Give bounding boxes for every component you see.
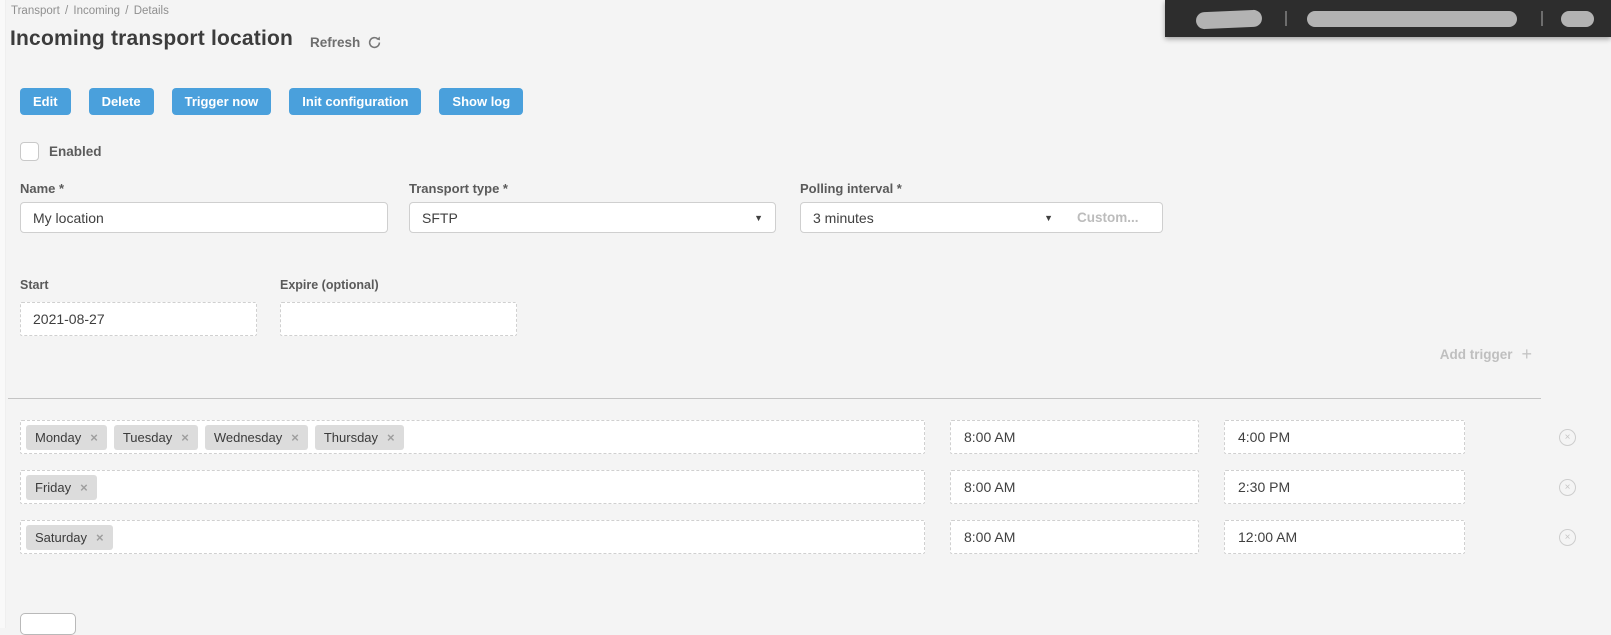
chip-close-icon[interactable]: ×	[96, 531, 104, 544]
day-chip: Tuesday ×	[114, 425, 198, 450]
edit-button[interactable]: Edit	[20, 88, 71, 115]
day-chip-label: Thursday	[324, 430, 378, 445]
chevron-down-icon: ▼	[1044, 213, 1053, 223]
redacted-text-blob	[1561, 11, 1594, 27]
delete-button[interactable]: Delete	[89, 88, 154, 115]
section-divider	[8, 398, 1541, 399]
chevron-down-icon: ▼	[754, 213, 763, 223]
name-field-wrap	[20, 202, 388, 233]
day-chip: Monday ×	[26, 425, 107, 450]
start-date-input[interactable]	[33, 311, 244, 327]
trigger-days-input[interactable]: Saturday ×	[20, 520, 925, 554]
breadcrumb-separator: /	[65, 5, 68, 17]
start-field-wrap	[20, 302, 257, 336]
day-chip: Thursday ×	[315, 425, 404, 450]
trigger-start-time-wrap	[950, 520, 1199, 554]
trigger-start-time-input[interactable]	[964, 429, 1185, 445]
day-chip-label: Monday	[35, 430, 81, 445]
add-trigger-label: Add trigger	[1440, 347, 1513, 362]
refresh-button[interactable]: Refresh	[310, 35, 382, 50]
remove-trigger-icon[interactable]: ×	[1559, 479, 1576, 496]
polling-interval-select[interactable]: 3 minutes ▼	[800, 202, 1066, 233]
chip-close-icon[interactable]: ×	[181, 431, 189, 444]
trigger-days-input[interactable]: Friday ×	[20, 470, 925, 504]
topbar-redacted	[1165, 0, 1611, 37]
day-chip-label: Friday	[35, 480, 71, 495]
refresh-label: Refresh	[310, 35, 360, 50]
name-input[interactable]	[33, 210, 375, 226]
trigger-start-time-wrap	[950, 420, 1199, 454]
chip-close-icon[interactable]: ×	[90, 431, 98, 444]
add-trigger-button[interactable]: Add trigger +	[1440, 345, 1532, 363]
polling-interval-label: Polling interval *	[800, 181, 902, 196]
redacted-text-blob	[1307, 11, 1517, 27]
expire-label: Expire (optional)	[280, 278, 379, 292]
expire-field-wrap	[280, 302, 517, 336]
transport-type-select[interactable]: SFTP ▼	[409, 202, 776, 233]
page-left-edge	[0, 0, 6, 628]
enabled-checkbox[interactable]	[20, 142, 39, 161]
redacted-text-blob	[1196, 10, 1263, 30]
day-chip-label: Saturday	[35, 530, 87, 545]
day-chip: Friday ×	[26, 475, 97, 500]
plus-icon: +	[1521, 345, 1532, 363]
polling-interval-value: 3 minutes	[813, 210, 874, 226]
toolbar: Edit Delete Trigger now Init configurati…	[20, 88, 523, 115]
transport-type-label: Transport type *	[409, 181, 508, 196]
trigger-start-time-input[interactable]	[964, 479, 1185, 495]
trigger-end-time-input[interactable]	[1238, 479, 1451, 495]
day-chip-label: Wednesday	[214, 430, 282, 445]
remove-trigger-icon[interactable]: ×	[1559, 429, 1576, 446]
trigger-end-time-wrap	[1224, 520, 1465, 554]
chip-close-icon[interactable]: ×	[80, 481, 88, 494]
enabled-row: Enabled	[20, 142, 102, 161]
breadcrumb-separator: /	[125, 5, 128, 17]
polling-custom-input[interactable]: Custom...	[1065, 202, 1163, 233]
trigger-end-time-input[interactable]	[1238, 429, 1451, 445]
start-label: Start	[20, 278, 48, 292]
trigger-days-input[interactable]: Monday × Tuesday × Wednesday × Thursday …	[20, 420, 925, 454]
show-log-button[interactable]: Show log	[439, 88, 523, 115]
trigger-end-time-input[interactable]	[1238, 529, 1451, 545]
refresh-icon	[367, 35, 382, 50]
name-label: Name *	[20, 181, 64, 196]
page-title: Incoming transport location	[10, 27, 293, 51]
topbar-separator	[1285, 11, 1287, 26]
breadcrumb-item-transport[interactable]: Transport	[11, 5, 60, 17]
day-chip: Wednesday ×	[205, 425, 308, 450]
trigger-end-time-wrap	[1224, 470, 1465, 504]
chip-close-icon[interactable]: ×	[387, 431, 395, 444]
trigger-now-button[interactable]: Trigger now	[172, 88, 272, 115]
breadcrumb-item-incoming[interactable]: Incoming	[73, 5, 120, 17]
trigger-start-time-wrap	[950, 470, 1199, 504]
expire-date-input[interactable]	[293, 311, 504, 327]
enabled-label: Enabled	[49, 144, 102, 159]
day-chip-label: Tuesday	[123, 430, 172, 445]
remove-trigger-icon[interactable]: ×	[1559, 529, 1576, 546]
chip-close-icon[interactable]: ×	[291, 431, 299, 444]
init-configuration-button[interactable]: Init configuration	[289, 88, 421, 115]
trigger-end-time-wrap	[1224, 420, 1465, 454]
day-chip: Saturday ×	[26, 525, 113, 550]
clipped-bottom-control[interactable]	[20, 613, 76, 635]
breadcrumb: Transport / Incoming / Details	[10, 5, 170, 17]
trigger-start-time-input[interactable]	[964, 529, 1185, 545]
topbar-separator	[1541, 11, 1543, 26]
transport-type-value: SFTP	[422, 210, 458, 226]
breadcrumb-item-details: Details	[134, 5, 169, 17]
